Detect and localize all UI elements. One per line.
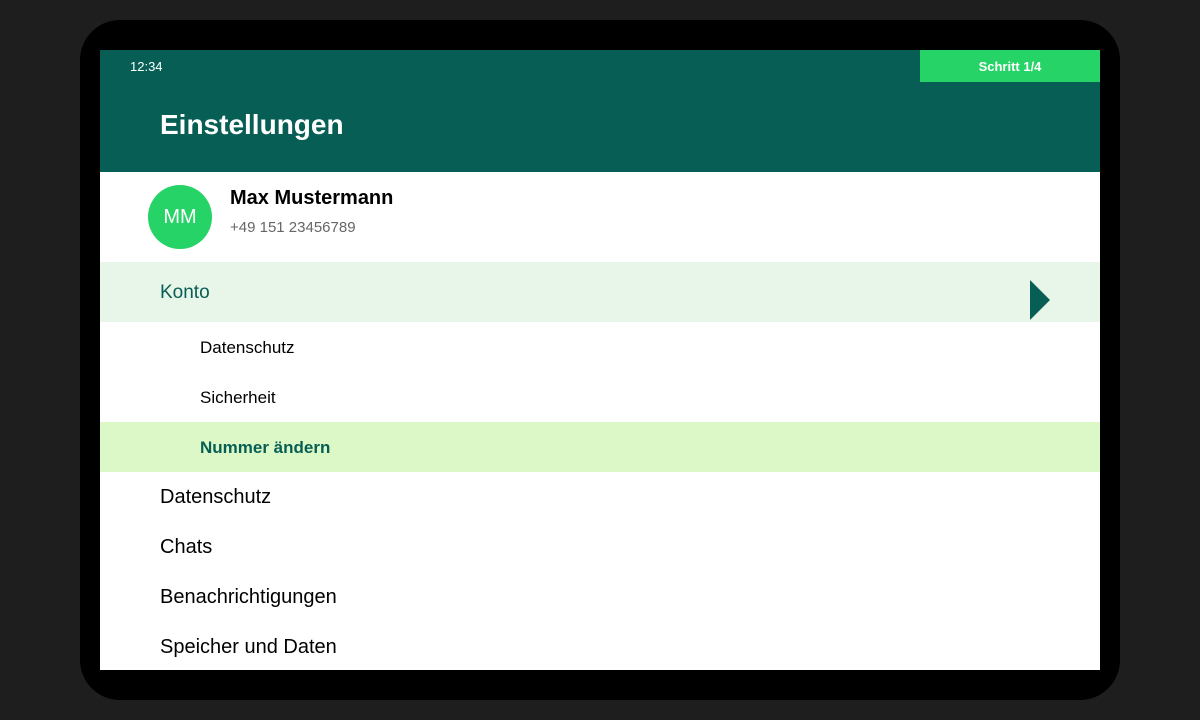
menu-item-chats[interactable]: Chats bbox=[100, 522, 1100, 572]
step-badge: Schritt 1/4 bbox=[920, 50, 1100, 82]
page-title: Einstellungen bbox=[160, 109, 344, 140]
profile-card[interactable]: MM Max Mustermann +49 151 23456789 bbox=[100, 172, 1100, 262]
profile-name: Max Mustermann bbox=[230, 187, 394, 209]
tablet-frame: 12:34 Schritt 1/4 Einstellungen MM Max M… bbox=[80, 20, 1120, 700]
profile-phone: +49 151 23456789 bbox=[230, 219, 356, 236]
menu-item-speicher-und-daten[interactable]: Speicher und Daten bbox=[100, 622, 1100, 670]
submenu-item-label: Sicherheit bbox=[200, 388, 276, 407]
menu-item-konto[interactable]: Konto bbox=[100, 262, 1100, 322]
screen: 12:34 Schritt 1/4 Einstellungen MM Max M… bbox=[100, 50, 1100, 670]
submenu-item-label: Datenschutz bbox=[200, 338, 295, 357]
menu-item-label: Chats bbox=[160, 536, 213, 558]
submenu-item-label: Nummer ändern bbox=[200, 438, 331, 457]
status-bar: 12:34 Schritt 1/4 bbox=[100, 50, 1100, 82]
menu-item-datenschutz[interactable]: Datenschutz bbox=[100, 472, 1100, 522]
menu-item-label: Datenschutz bbox=[160, 486, 272, 508]
menu-item-label: Benachrichtigungen bbox=[160, 586, 337, 608]
submenu-item-nummer-aendern[interactable]: Nummer ändern bbox=[100, 422, 1100, 472]
submenu-item-datenschutz[interactable]: Datenschutz bbox=[100, 322, 1100, 372]
menu-item-label: Speicher und Daten bbox=[160, 636, 337, 658]
chevron-right-icon bbox=[1030, 280, 1050, 320]
menu-item-konto-label: Konto bbox=[160, 282, 210, 303]
app-bar: Einstellungen bbox=[100, 82, 1100, 172]
submenu-item-sicherheit[interactable]: Sicherheit bbox=[100, 372, 1100, 422]
menu-item-benachrichtigungen[interactable]: Benachrichtigungen bbox=[100, 572, 1100, 622]
status-time: 12:34 bbox=[130, 59, 163, 74]
avatar[interactable]: MM bbox=[148, 185, 212, 249]
